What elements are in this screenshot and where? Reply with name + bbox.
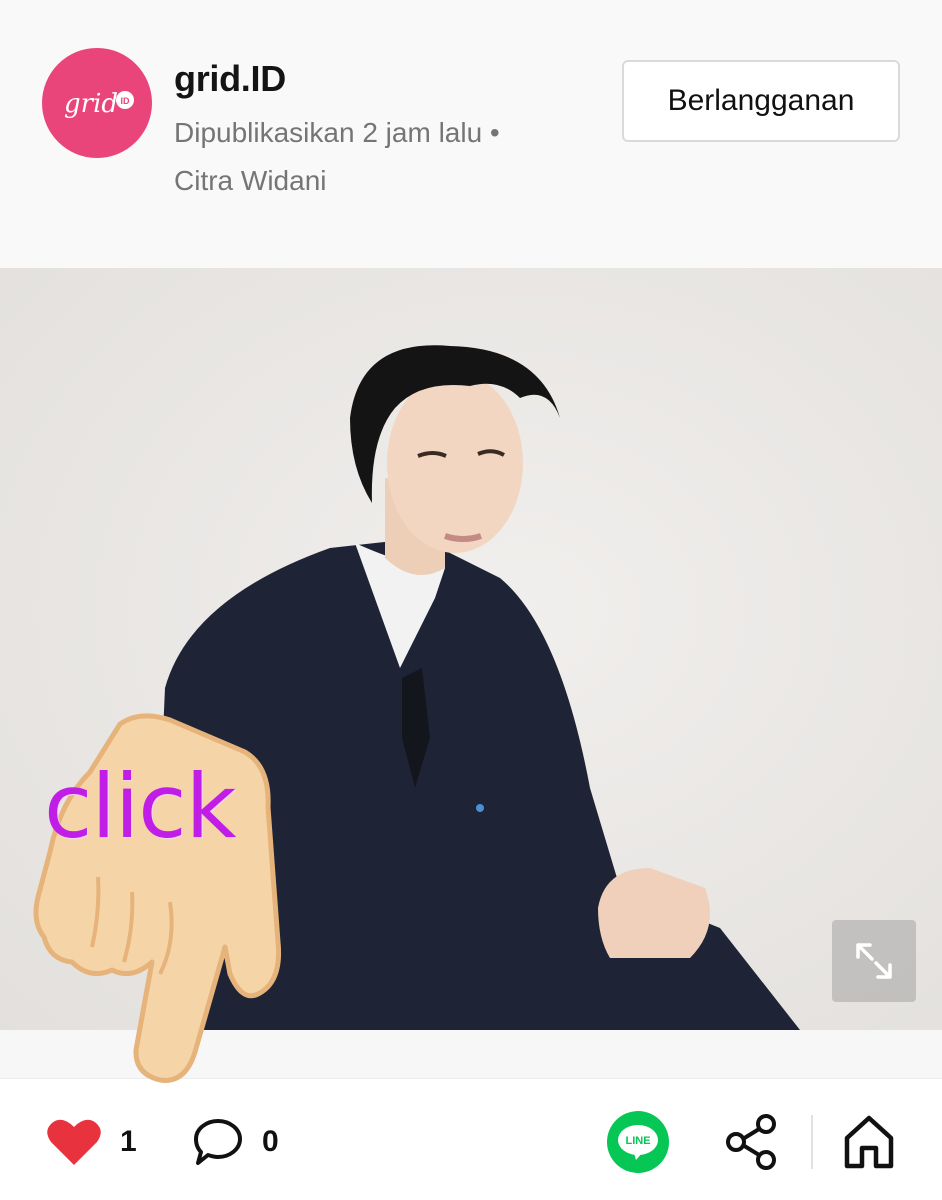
- post-header: grid ID grid.ID Dipublikasikan 2 jam lal…: [0, 0, 942, 268]
- channel-name[interactable]: grid.ID: [174, 58, 286, 100]
- action-divider: [811, 1115, 813, 1169]
- like-count: 1: [120, 1125, 137, 1158]
- subscribe-button[interactable]: Berlangganan: [622, 60, 900, 142]
- click-annotation: click: [44, 755, 237, 858]
- home-button[interactable]: [842, 1114, 896, 1170]
- comment-button[interactable]: 0: [192, 1117, 279, 1167]
- publish-time: Dipublikasikan 2 jam lalu •: [174, 117, 500, 148]
- expand-button[interactable]: [832, 920, 916, 1002]
- comment-count: 0: [262, 1125, 279, 1158]
- bottom-action-bar: 1 0 LINE: [0, 1078, 942, 1200]
- svg-text:LINE: LINE: [625, 1135, 650, 1147]
- heart-icon: [47, 1119, 101, 1165]
- svg-text:grid: grid: [64, 89, 118, 119]
- like-button[interactable]: 1: [46, 1117, 137, 1167]
- grid-logo-icon: grid ID: [64, 89, 134, 119]
- svg-text:ID: ID: [121, 96, 131, 106]
- share-button[interactable]: [724, 1113, 780, 1171]
- comment-bubble-icon: [194, 1119, 242, 1165]
- line-app-icon: LINE: [607, 1111, 669, 1173]
- channel-avatar[interactable]: grid ID: [42, 48, 152, 158]
- share-icon: [726, 1114, 776, 1170]
- author-name: Citra Widani: [174, 165, 327, 196]
- line-share-button[interactable]: LINE: [606, 1110, 670, 1174]
- home-icon: [844, 1115, 894, 1169]
- expand-arrows-icon: [856, 943, 892, 979]
